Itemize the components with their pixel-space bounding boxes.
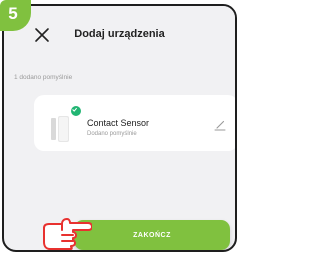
pointing-hand-icon bbox=[43, 218, 92, 250]
header: Dodaj urządzenia bbox=[4, 6, 235, 62]
check-icon bbox=[70, 105, 82, 117]
finish-button[interactable]: ZAKOŃCZ bbox=[74, 220, 230, 250]
device-card[interactable]: Contact Sensor Dodano pomyślnie bbox=[34, 95, 235, 151]
device-status: Dodano pomyślnie bbox=[87, 131, 137, 137]
page-title: Dodaj urządzenia bbox=[74, 28, 165, 40]
contact-sensor-icon bbox=[51, 116, 69, 142]
step-number: 5 bbox=[8, 4, 18, 23]
phone-screen: Dodaj urządzenia 1 dodano pomyślnie Cont… bbox=[2, 4, 237, 252]
device-name: Contact Sensor bbox=[87, 118, 150, 128]
added-count-label: 1 dodano pomyślnie bbox=[14, 74, 73, 81]
edit-pencil-icon[interactable] bbox=[214, 119, 226, 131]
